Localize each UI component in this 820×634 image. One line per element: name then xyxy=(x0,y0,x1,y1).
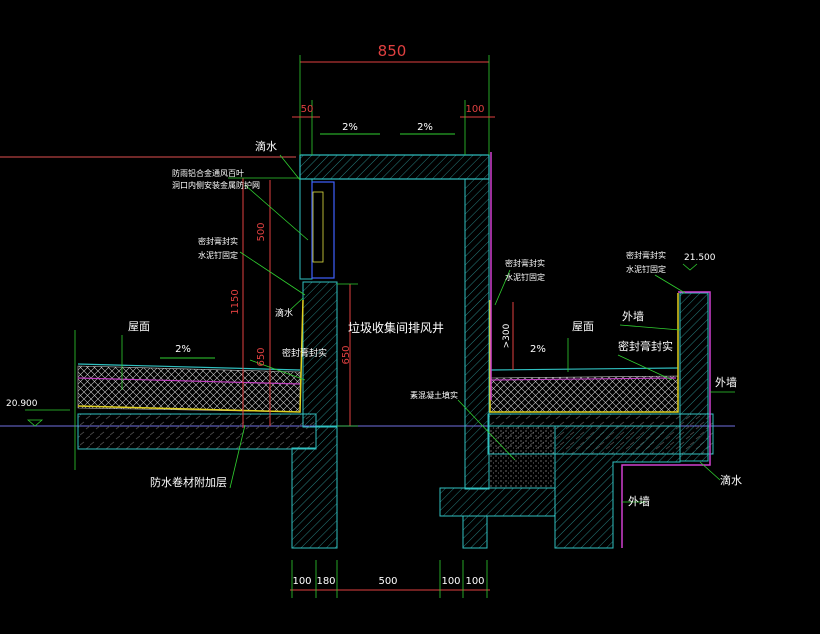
concrete-fill xyxy=(488,425,556,489)
label-seal-left-2: 水泥钉固定 xyxy=(198,250,238,260)
leader-line xyxy=(654,274,686,294)
slope-roof-right: 2% xyxy=(530,344,546,355)
label-ext-wall-1: 外墙 xyxy=(622,309,644,323)
dim-100-top: 100 xyxy=(465,104,484,115)
label-concrete: 素混凝土填实 xyxy=(410,390,458,400)
dim-650-left: 650 xyxy=(256,347,267,366)
dim-850: 850 xyxy=(378,42,407,60)
label-drip-top: 滴水 xyxy=(255,139,277,153)
section-drawing: 850 50 100 2% 2% 滴水 防雨铝合金通风百叶 洞口内侧安装金属防护… xyxy=(0,42,742,598)
elevation-marker xyxy=(682,263,698,271)
slope-top-left: 2% xyxy=(342,122,358,133)
label-seal-right-1: 密封膏封实 xyxy=(626,250,666,260)
shaft-cap xyxy=(299,154,490,180)
elevation-marker xyxy=(26,419,44,427)
bottom-dim-2: 180 xyxy=(316,576,335,587)
label-seal-right-2: 水泥钉固定 xyxy=(626,264,666,274)
label-seal-mid-1: 密封膏封实 xyxy=(505,258,545,268)
dim-1150: 1150 xyxy=(230,289,241,314)
leader-line xyxy=(619,324,681,331)
shaft-left-upper-wall xyxy=(299,178,313,280)
leader-line xyxy=(279,154,301,181)
base-block xyxy=(439,487,556,517)
label-roof-left: 屋面 xyxy=(128,320,150,333)
shaft-right-wall xyxy=(464,178,490,490)
label-seal-left-1: 密封膏封实 xyxy=(198,236,238,246)
right-roof-layers xyxy=(489,375,679,413)
label-ext-wall-3: 外墙 xyxy=(628,494,650,508)
leader-line xyxy=(239,251,306,296)
label-waterproof: 防水卷材附加层 xyxy=(150,475,227,489)
bottom-dim-1: 100 xyxy=(292,576,311,587)
slope-roof-left: 2% xyxy=(175,344,191,355)
bottom-dim-3: 500 xyxy=(378,576,397,587)
label-seal-strip-right: 密封膏封实 xyxy=(618,339,673,353)
bottom-dim-5: 100 xyxy=(465,576,484,587)
left-roof-layers xyxy=(77,365,301,413)
leader-line xyxy=(244,184,309,241)
label-roof-right: 屋面 xyxy=(572,320,594,333)
bottom-dim-4: 100 xyxy=(441,576,460,587)
slope-top-right: 2% xyxy=(417,122,433,133)
dim-650-mid: 650 xyxy=(341,345,352,364)
label-drip-right: 滴水 xyxy=(720,473,742,487)
right-lower-wall xyxy=(554,425,681,549)
label-seal-mid-2: 水泥钉固定 xyxy=(505,272,545,282)
label-seal-strip-left: 密封膏封实 xyxy=(282,347,327,359)
label-drip-left: 滴水 xyxy=(275,307,293,319)
left-slab xyxy=(77,413,317,450)
dim-50: 50 xyxy=(301,104,314,115)
label-louver-2: 洞口内侧安装金属防护网 xyxy=(172,180,260,190)
label-ext-wall-2: 外墙 xyxy=(715,375,737,389)
dim-500-left: 500 xyxy=(256,222,267,241)
label-louver-1: 防雨铝合金通风百叶 xyxy=(172,168,244,178)
right-parapet xyxy=(679,292,709,462)
label-shaft: 垃圾收集间排风井 xyxy=(348,320,444,335)
label-elev-right: 21.500 xyxy=(684,253,716,263)
label-elev-left: 20.900 xyxy=(6,399,38,409)
dim-300: >300 xyxy=(502,323,512,348)
louver-frame xyxy=(312,191,324,263)
base-stem xyxy=(462,515,488,549)
